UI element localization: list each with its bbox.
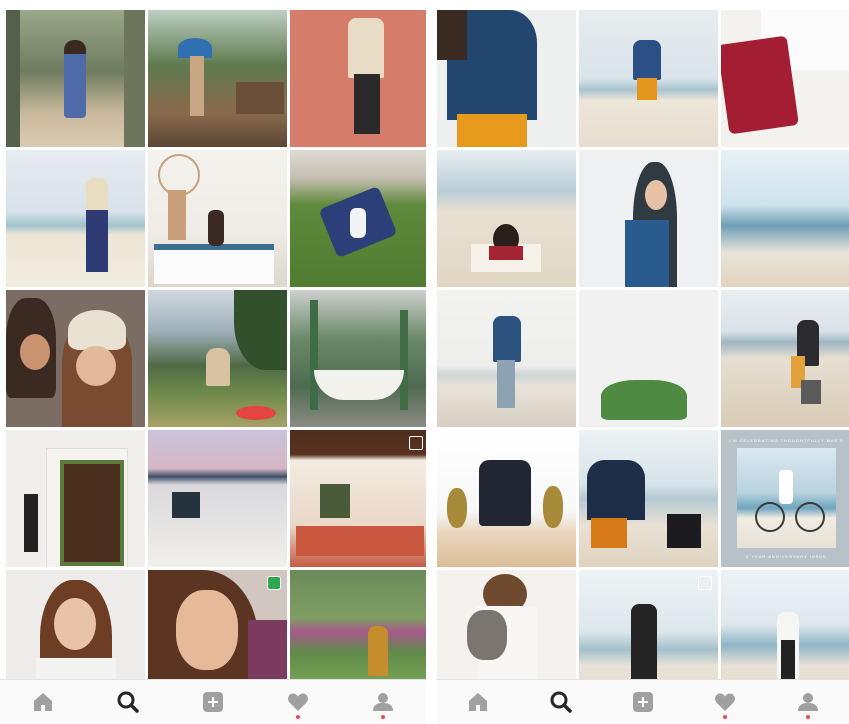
photo-tile[interactable] xyxy=(148,290,287,427)
photo-tile[interactable] xyxy=(148,150,287,287)
photo-tile[interactable] xyxy=(437,430,576,567)
tab-add-post[interactable] xyxy=(623,682,663,722)
tab-activity[interactable] xyxy=(278,682,318,722)
photo-tile[interactable] xyxy=(437,150,576,287)
tab-home[interactable] xyxy=(458,682,498,722)
photo-tile[interactable] xyxy=(579,430,718,567)
photo-tile[interactable] xyxy=(6,10,145,147)
photo-tile[interactable] xyxy=(6,150,145,287)
explore-screen-right: I'M CELEBRATING THOUGHTFULLY MAE'S 2 YEA… xyxy=(437,0,849,724)
profile-icon xyxy=(373,693,394,711)
anniversary-caption-bottom: 2 YEAR ANNIVERSARY ISSUE xyxy=(746,554,827,559)
screen-divider xyxy=(426,0,437,724)
photo-tile[interactable] xyxy=(721,10,849,147)
bottom-tab-bar xyxy=(0,679,426,724)
tab-search[interactable] xyxy=(541,682,581,722)
multi-photo-icon xyxy=(409,436,423,450)
notification-dot xyxy=(296,715,301,719)
bottom-tab-bar xyxy=(437,679,849,724)
search-icon xyxy=(117,691,139,713)
tab-profile[interactable] xyxy=(788,682,828,722)
photo-tile[interactable]: I'M CELEBRATING THOUGHTFULLY MAE'S 2 YEA… xyxy=(721,430,849,567)
photo-tile[interactable] xyxy=(6,430,145,567)
home-icon xyxy=(469,693,488,711)
tab-search[interactable] xyxy=(108,682,148,722)
multi-photo-icon xyxy=(698,576,712,590)
tab-profile[interactable] xyxy=(363,682,403,722)
notification-dot xyxy=(723,715,728,719)
photo-tile[interactable] xyxy=(290,430,426,567)
photo-tile[interactable] xyxy=(437,10,576,147)
notification-dot xyxy=(381,715,386,719)
photo-tile[interactable] xyxy=(6,290,145,427)
photo-tile[interactable] xyxy=(721,150,849,287)
video-icon xyxy=(267,576,281,590)
photo-tile[interactable] xyxy=(721,290,849,427)
explore-screen-left xyxy=(0,0,426,724)
heart-icon xyxy=(715,693,736,711)
photo-tile[interactable] xyxy=(437,290,576,427)
photo-tile[interactable] xyxy=(290,10,426,147)
heart-icon xyxy=(288,693,309,711)
explore-photo-grid xyxy=(6,10,426,707)
photo-tile[interactable] xyxy=(148,10,287,147)
photo-tile[interactable] xyxy=(579,150,718,287)
tab-activity[interactable] xyxy=(705,682,745,722)
home-icon xyxy=(33,693,52,711)
photo-tile[interactable] xyxy=(290,150,426,287)
add-post-icon xyxy=(632,692,653,712)
notification-dot xyxy=(805,715,810,719)
photo-tile[interactable] xyxy=(148,430,287,567)
add-post-icon xyxy=(202,692,223,712)
photo-tile[interactable] xyxy=(579,290,718,427)
explore-photo-grid: I'M CELEBRATING THOUGHTFULLY MAE'S 2 YEA… xyxy=(437,10,849,707)
search-icon xyxy=(550,691,572,713)
photo-tile[interactable] xyxy=(579,10,718,147)
tab-home[interactable] xyxy=(23,682,63,722)
photo-tile[interactable] xyxy=(290,290,426,427)
anniversary-caption-top: I'M CELEBRATING THOUGHTFULLY MAE'S xyxy=(729,438,844,443)
tab-add-post[interactable] xyxy=(193,682,233,722)
profile-icon xyxy=(797,693,818,711)
